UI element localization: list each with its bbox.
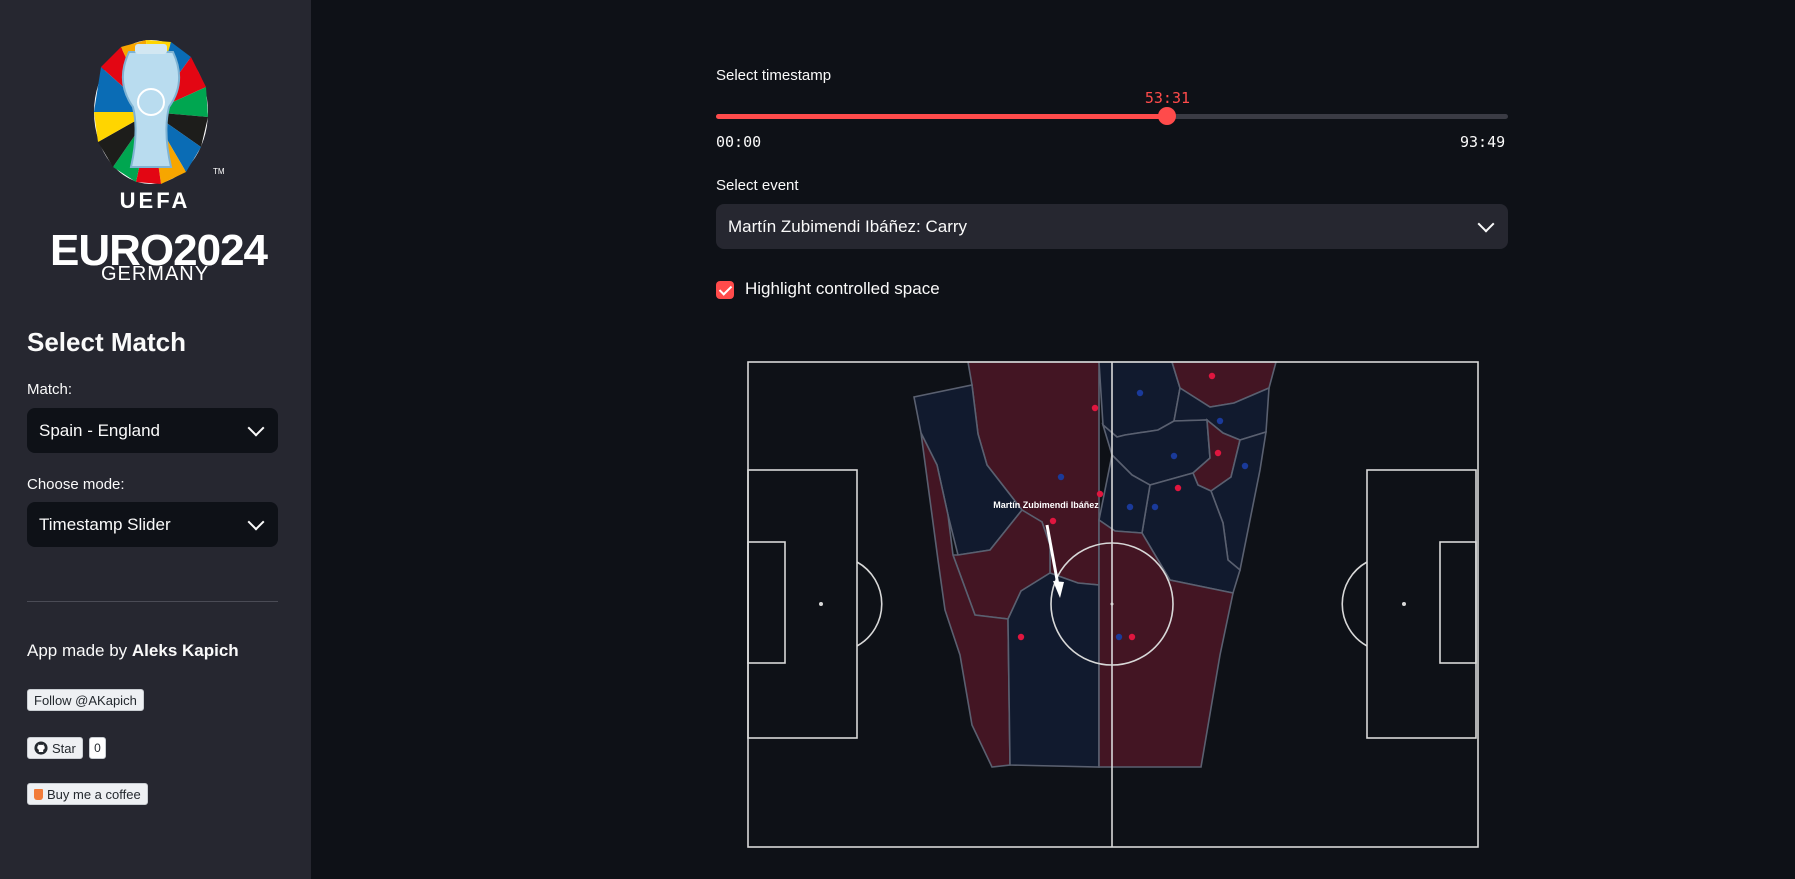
match-select[interactable]: Spain - England	[27, 408, 278, 453]
slider-max: 93:49	[1460, 133, 1506, 151]
slider-thumb[interactable]	[1158, 107, 1177, 125]
svg-text:TM: TM	[213, 167, 225, 176]
github-icon	[34, 741, 48, 755]
chevron-down-icon	[247, 513, 265, 531]
event-select[interactable]: Martín Zubimendi Ibáñez: Carry	[716, 204, 1508, 249]
logo-germany-text: GERMANY	[100, 263, 210, 285]
highlight-space-checkbox[interactable]	[716, 281, 734, 299]
mode-select[interactable]: Timestamp Slider	[27, 502, 278, 547]
github-star-count: 0	[89, 737, 106, 759]
app-credit: App made by Aleks Kapich	[27, 641, 239, 660]
timestamp-slider[interactable]	[716, 107, 1508, 125]
slider-value: 53:31	[1144, 89, 1191, 107]
author-name: Aleks Kapich	[131, 641, 239, 660]
select-match-title: Select Match	[27, 327, 186, 357]
mode-label: Choose mode:	[27, 476, 125, 493]
match-select-value: Spain - England	[39, 420, 160, 440]
event-label: Select event	[716, 177, 799, 194]
event-select-value: Martín Zubimendi Ibáñez: Carry	[728, 216, 968, 236]
sidebar: TM UEFA EURO2024 GERMANY Select Match Ma…	[0, 0, 311, 879]
chevron-down-icon	[247, 419, 265, 437]
sidebar-divider	[27, 601, 278, 602]
pitch-spots	[819, 602, 1406, 606]
buy-coffee-button[interactable]: Buy me a coffee	[27, 783, 148, 805]
match-label: Match:	[27, 381, 73, 398]
github-star-button[interactable]: Star	[27, 737, 83, 759]
follow-button[interactable]: Follow @AKapich	[27, 689, 144, 711]
player-label: Martín Zubimendi Ibáñez	[993, 500, 1099, 510]
coffee-icon	[34, 788, 43, 800]
slider-min: 00:00	[716, 133, 762, 151]
slider-fill	[716, 114, 1168, 119]
pitch-visualization: Martín Zubimendi Ibáñez	[747, 361, 1479, 848]
timestamp-label: Select timestamp	[716, 67, 832, 84]
euro2024-logo: TM UEFA EURO2024 GERMANY	[50, 36, 268, 286]
logo-uefa-text: UEFA	[119, 188, 191, 213]
highlight-space-label: Highlight controlled space	[745, 279, 940, 298]
mode-select-value: Timestamp Slider	[39, 514, 171, 534]
chevron-down-icon	[1477, 215, 1495, 233]
